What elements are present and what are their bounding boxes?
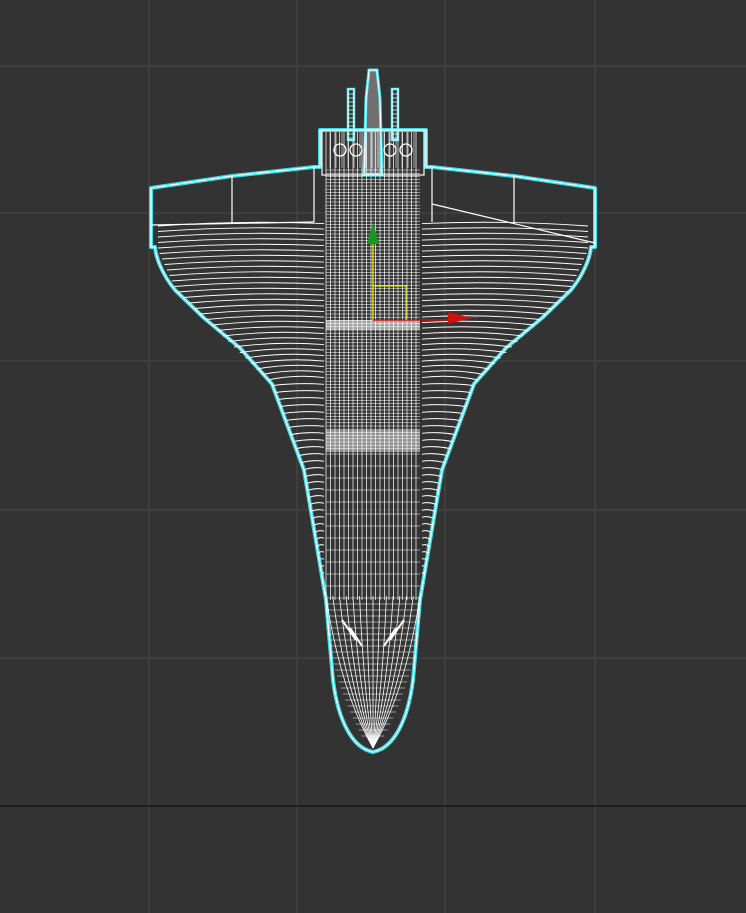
wing-wire xyxy=(234,342,325,348)
wing-wire xyxy=(421,293,563,298)
oms-pod-selection xyxy=(346,87,356,142)
wing-wire xyxy=(421,227,589,232)
wing-wire xyxy=(250,359,325,364)
wing-wire xyxy=(421,474,442,477)
wing-wire xyxy=(157,238,325,243)
fuselage-wireframe xyxy=(325,132,420,600)
wing-wire xyxy=(421,370,484,375)
wing-wire xyxy=(228,337,325,342)
wing-wire xyxy=(291,432,325,435)
wing-wire xyxy=(421,304,552,309)
gizmo-y-arrow[interactable] xyxy=(367,222,379,244)
wing-wire xyxy=(421,453,447,456)
wing-wire xyxy=(275,390,325,393)
wing-wire xyxy=(293,439,325,442)
wing-wire xyxy=(421,439,453,442)
wing-wire xyxy=(169,271,325,276)
wing-wire xyxy=(174,282,325,287)
tail-engines-wireframe xyxy=(321,68,425,177)
wing-wire xyxy=(421,460,445,463)
wing-wire xyxy=(421,348,507,353)
wing-wire xyxy=(421,359,496,364)
wing-wire xyxy=(421,315,540,320)
wing-wire xyxy=(421,287,568,293)
wing-wire xyxy=(421,495,438,498)
wing-wire xyxy=(217,326,325,331)
wing-wire xyxy=(301,460,325,463)
wing-wire xyxy=(421,467,442,470)
wing-wire xyxy=(272,383,325,386)
wing-wire xyxy=(157,243,325,249)
wing-wire xyxy=(157,227,325,232)
wing-wire xyxy=(164,260,325,265)
wing-wire xyxy=(421,481,440,484)
wing-wire xyxy=(256,364,325,370)
wing-wire xyxy=(421,331,524,337)
wing-wire xyxy=(421,502,437,505)
wing-wire xyxy=(421,282,572,287)
wing-wire xyxy=(166,265,325,271)
gizmo-xy-plane[interactable] xyxy=(373,285,407,320)
wing-wire xyxy=(421,488,439,491)
wing-wire xyxy=(421,418,461,421)
wing-wire xyxy=(421,265,580,271)
wing-wire xyxy=(421,432,455,435)
wing-wire xyxy=(211,320,325,326)
wing-wire xyxy=(262,370,325,375)
wing-wire xyxy=(288,425,325,428)
wing-wire xyxy=(421,342,512,348)
wing-wire xyxy=(421,243,589,249)
nose-wireframe xyxy=(325,595,421,749)
wing-wire xyxy=(304,474,325,477)
wing-wire xyxy=(421,364,490,370)
wing-wire xyxy=(421,425,458,428)
wing-wire xyxy=(421,298,557,304)
wing-wire xyxy=(306,481,325,484)
wing-wire xyxy=(206,315,325,320)
fuselage-band xyxy=(326,430,420,452)
wing-wire xyxy=(421,390,471,393)
wing-wire xyxy=(239,348,325,353)
wing-wire xyxy=(296,446,325,449)
wing-wire xyxy=(421,411,463,414)
wing-wire xyxy=(304,467,325,470)
wing-wire xyxy=(222,331,325,337)
wing-wire xyxy=(421,221,589,227)
wing-wire xyxy=(421,383,474,386)
wing-wire xyxy=(178,287,325,293)
wing-wire xyxy=(309,502,325,505)
wing-wire xyxy=(157,232,325,238)
wing-wire xyxy=(277,397,325,400)
wing-wire xyxy=(194,304,325,309)
fuselage-band xyxy=(326,320,420,330)
wing-wire xyxy=(245,353,325,359)
wing-wire xyxy=(421,320,535,326)
wing-wire xyxy=(421,337,518,342)
wing-wire xyxy=(162,254,325,260)
wing-wire xyxy=(200,309,325,315)
wing-wire xyxy=(421,309,546,315)
wing-wire xyxy=(421,249,587,254)
wing-wire xyxy=(280,404,325,407)
wing-wire xyxy=(421,238,589,243)
wing-wire xyxy=(307,488,325,491)
wing-wire xyxy=(171,276,325,282)
wing-wire xyxy=(285,418,325,421)
shuttle-wireframe-model[interactable] xyxy=(149,68,597,754)
wing-wire xyxy=(421,353,501,359)
wing-wire xyxy=(421,326,529,331)
wing-wire xyxy=(421,260,582,265)
wing-wire xyxy=(283,411,325,414)
wing-wire xyxy=(189,298,325,304)
wing-wire xyxy=(421,404,466,407)
wing-wire xyxy=(421,375,479,381)
wing-wire xyxy=(159,249,325,254)
wing-wire xyxy=(183,293,325,298)
wing-wire xyxy=(267,375,325,381)
oms-pod-selection xyxy=(390,87,400,142)
viewport-top[interactable] xyxy=(0,0,746,913)
wing-wire xyxy=(308,495,325,498)
wing-wire xyxy=(421,254,584,260)
wing-wire xyxy=(299,453,325,456)
